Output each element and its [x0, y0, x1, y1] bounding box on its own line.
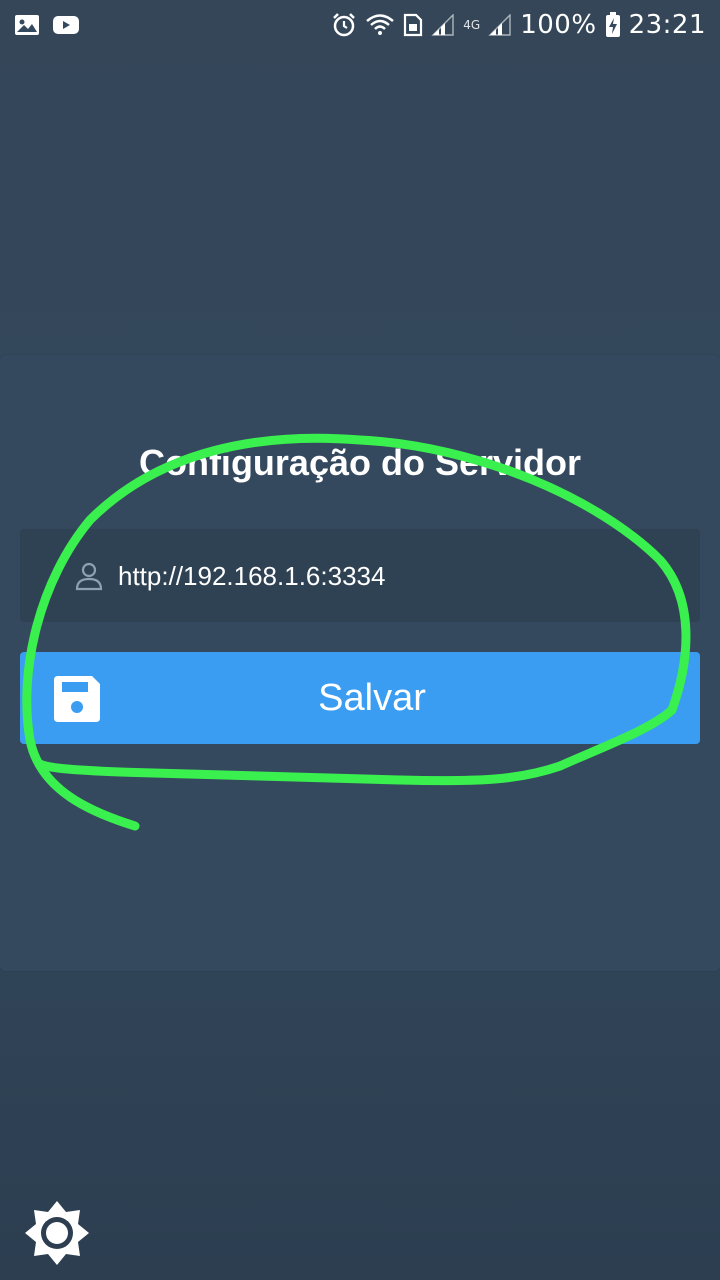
youtube-icon: [52, 14, 80, 36]
battery-percent: 100%: [520, 10, 597, 40]
wifi-icon: [365, 12, 395, 38]
save-button[interactable]: Salvar: [20, 652, 700, 744]
clock: 23:21: [628, 10, 706, 40]
brightness-settings-button[interactable]: [22, 1200, 92, 1270]
battery-charging-icon: [605, 12, 621, 38]
server-url-field-container[interactable]: [20, 529, 700, 624]
brightness-settings-icon: [23, 1199, 91, 1272]
save-button-label: Salvar: [318, 676, 426, 719]
server-url-input[interactable]: [118, 529, 680, 624]
signal-icon: [431, 14, 455, 36]
user-icon: [72, 559, 106, 593]
floppy-disk-icon: [50, 672, 104, 726]
page-title: Configuração do Servidor: [138, 442, 582, 483]
network-4g-label: 4G: [463, 18, 481, 32]
sim-icon: [403, 13, 423, 37]
signal-icon-2: [488, 14, 512, 36]
image-icon: [14, 14, 40, 36]
status-bar-right: 4G 100% 23:21: [331, 10, 706, 40]
status-bar-left: [14, 14, 80, 36]
alarm-icon: [331, 12, 357, 38]
status-bar: 4G 100% 23:21: [0, 0, 720, 50]
